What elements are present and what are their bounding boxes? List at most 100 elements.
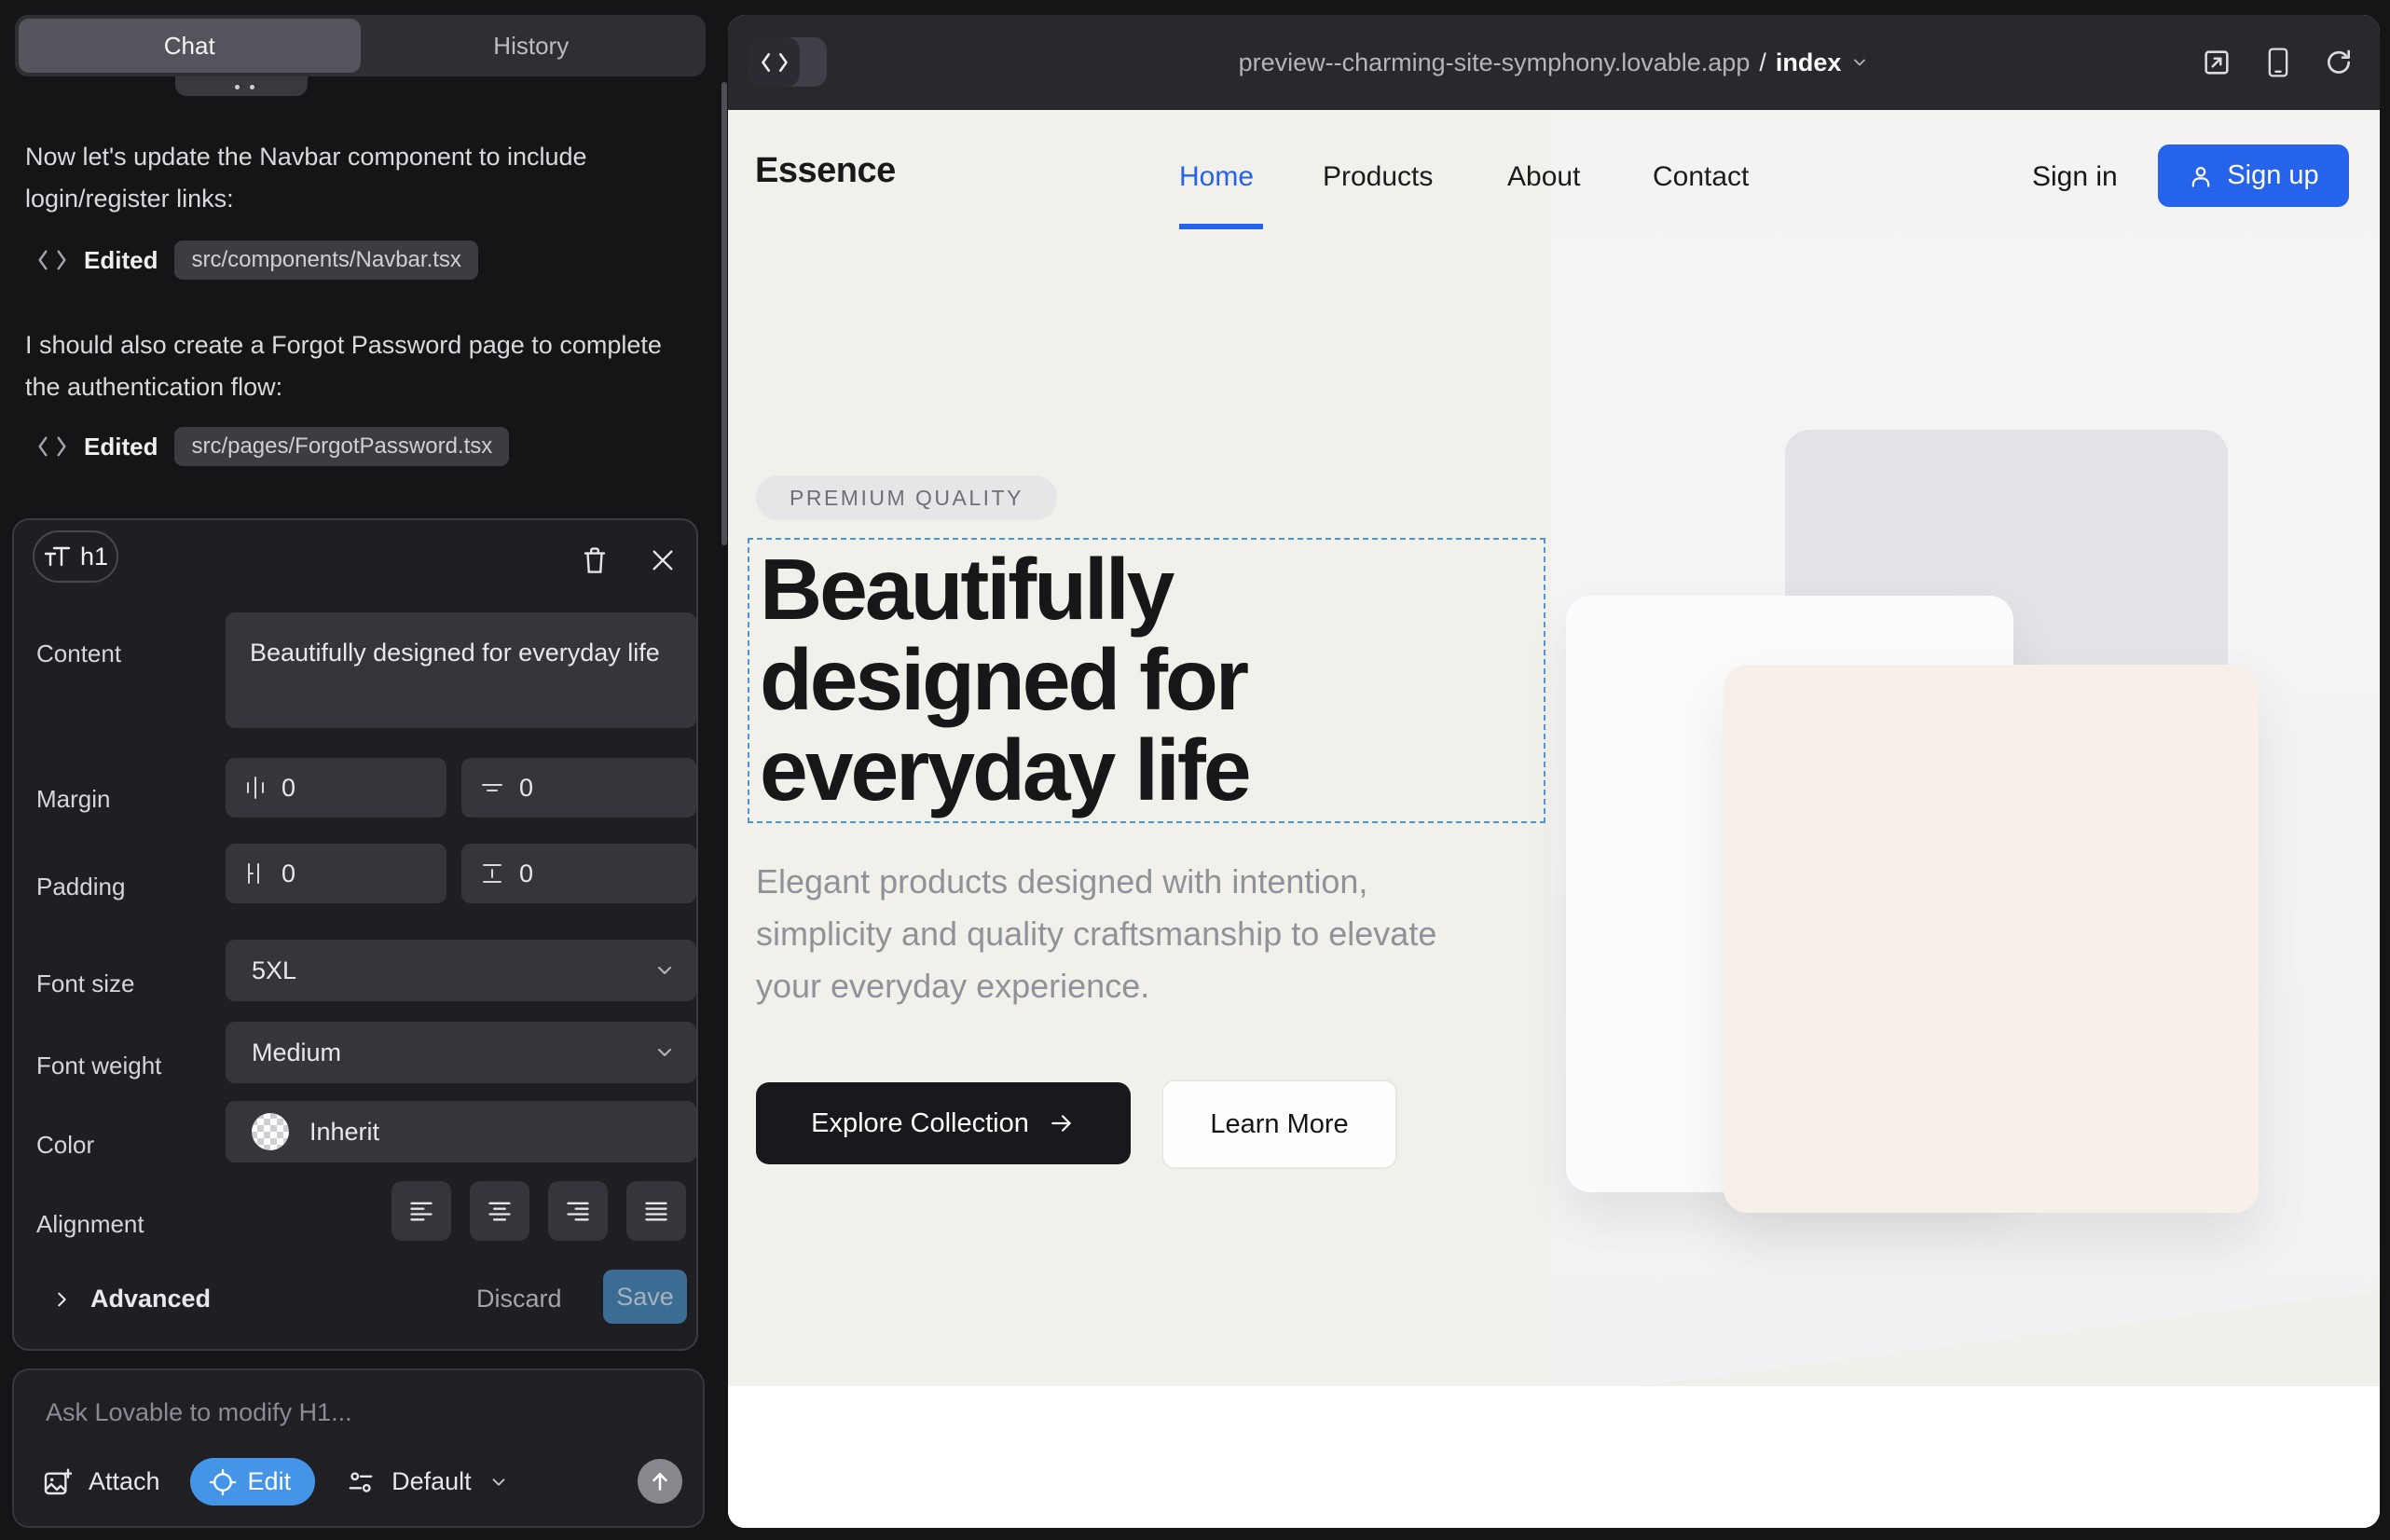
url-page: index <box>1776 48 1842 77</box>
nav-link-home[interactable]: Home <box>1179 161 1254 193</box>
chat-scrollbar[interactable] <box>721 82 727 545</box>
type-icon <box>43 544 71 569</box>
active-nav-underline <box>1179 224 1263 229</box>
font-weight-value: Medium <box>252 1038 341 1067</box>
chevron-down-icon <box>653 1041 676 1064</box>
edited-label: Edited <box>84 246 158 275</box>
site-navbar: Essence Home Products About Contact Sign… <box>728 110 2380 261</box>
chat-composer: Attach Edit Default <box>12 1368 705 1528</box>
code-icon <box>37 248 67 272</box>
edited-label: Edited <box>84 433 158 461</box>
element-editor-panel: h1 Content Beautifully designed for ever… <box>12 518 698 1351</box>
user-icon <box>2188 163 2214 189</box>
browser-chrome: preview--charming-site-symphony.lovable.… <box>728 15 2380 110</box>
nav-link-contact[interactable]: Contact <box>1653 161 1749 193</box>
preview-page: Essence Home Products About Contact Sign… <box>728 110 2380 1528</box>
explore-collection-label: Explore Collection <box>811 1108 1029 1139</box>
save-button[interactable]: Save <box>603 1270 687 1324</box>
nav-link-products[interactable]: Products <box>1323 161 1433 193</box>
advanced-toggle[interactable]: Advanced <box>51 1285 211 1313</box>
composer-input[interactable] <box>46 1398 661 1447</box>
assistant-message: Now let's update the Navbar component to… <box>25 136 668 220</box>
learn-more-button[interactable]: Learn More <box>1161 1079 1397 1169</box>
close-icon[interactable] <box>650 547 676 573</box>
hero-badge: PREMIUM QUALITY <box>756 475 1057 520</box>
padding-vertical-icon <box>480 861 504 886</box>
sign-up-label: Sign up <box>2227 160 2318 191</box>
send-button[interactable] <box>638 1459 682 1504</box>
margin-horizontal-icon <box>244 776 267 800</box>
chat-panel: Chat History Now let's update the Navbar… <box>0 0 727 1540</box>
edit-label: Edit <box>248 1467 292 1496</box>
margin-vertical-icon <box>480 777 504 799</box>
color-label: Color <box>36 1131 94 1160</box>
site-logo[interactable]: Essence <box>755 151 896 191</box>
chevron-down-icon <box>488 1472 509 1492</box>
nav-link-about[interactable]: About <box>1507 161 1580 193</box>
font-weight-select[interactable]: Medium <box>226 1022 696 1083</box>
sliders-icon <box>347 1468 375 1496</box>
tag-label: h1 <box>80 543 108 571</box>
chevron-down-icon <box>653 959 676 982</box>
hero-paragraph: Elegant products designed with intention… <box>756 856 1464 1012</box>
content-input[interactable]: Beautifully designed for everyday life <box>226 612 696 728</box>
align-justify-button[interactable] <box>626 1181 686 1241</box>
margin-label: Margin <box>36 785 110 814</box>
image-plus-icon <box>42 1467 72 1497</box>
file-badge[interactable]: src/components/Navbar.tsx <box>174 241 477 280</box>
transparent-color-swatch <box>252 1113 289 1150</box>
edit-mode-button[interactable]: Edit <box>190 1458 316 1506</box>
hero-heading[interactable]: Beautifully designed for everyday life <box>760 544 1496 816</box>
scrolled-badge-partial <box>175 76 308 96</box>
delete-element-button[interactable] <box>581 544 609 576</box>
padding-horizontal-icon <box>244 861 267 886</box>
font-size-select[interactable]: 5XL <box>226 940 696 1001</box>
url-separator: / <box>1759 48 1766 77</box>
target-icon <box>209 1468 237 1496</box>
open-in-new-tab-icon[interactable] <box>2201 47 2232 78</box>
next-section <box>728 1386 2380 1528</box>
attach-button[interactable]: Attach <box>89 1467 160 1496</box>
selected-tag-pill[interactable]: h1 <box>33 530 118 583</box>
advanced-label: Advanced <box>90 1285 211 1313</box>
url-bar[interactable]: preview--charming-site-symphony.lovable.… <box>728 15 2380 110</box>
padding-x-value: 0 <box>282 859 295 888</box>
tab-history[interactable]: History <box>361 19 703 73</box>
discard-button[interactable]: Discard <box>476 1285 562 1313</box>
mobile-view-icon[interactable] <box>2264 47 2292 78</box>
assistant-message: I should also create a Forgot Password p… <box>25 324 668 408</box>
chevron-right-icon <box>51 1289 72 1310</box>
color-value: Inherit <box>309 1118 379 1147</box>
chat-history-tabbar: Chat History <box>15 15 706 76</box>
sign-in-link[interactable]: Sign in <box>2032 161 2118 193</box>
arrow-right-icon <box>1048 1111 1076 1135</box>
refresh-icon[interactable] <box>2324 48 2354 77</box>
arrow-up-icon <box>648 1469 672 1493</box>
preview-browser: preview--charming-site-symphony.lovable.… <box>728 15 2380 1528</box>
font-size-value: 5XL <box>252 956 296 985</box>
margin-y-value: 0 <box>519 774 533 803</box>
padding-y-value: 0 <box>519 859 533 888</box>
file-badge[interactable]: src/pages/ForgotPassword.tsx <box>174 427 509 466</box>
chevron-down-icon <box>1850 53 1869 72</box>
edited-file-row: Edited src/pages/ForgotPassword.tsx <box>37 427 509 466</box>
tab-chat[interactable]: Chat <box>19 19 361 73</box>
align-center-button[interactable] <box>470 1181 529 1241</box>
margin-x-value: 0 <box>282 774 295 803</box>
mode-select[interactable]: Default <box>391 1467 472 1496</box>
padding-y-input[interactable]: 0 <box>461 844 696 903</box>
url-domain: preview--charming-site-symphony.lovable.… <box>1239 48 1751 77</box>
margin-x-input[interactable]: 0 <box>226 758 446 818</box>
color-select[interactable]: Inherit <box>226 1101 696 1162</box>
padding-label: Padding <box>36 873 125 901</box>
padding-x-input[interactable]: 0 <box>226 844 446 903</box>
margin-y-input[interactable]: 0 <box>461 758 696 818</box>
font-weight-label: Font weight <box>36 1052 161 1080</box>
content-label: Content <box>36 639 121 668</box>
dot <box>235 85 240 89</box>
sign-up-button[interactable]: Sign up <box>2158 144 2349 207</box>
explore-collection-button[interactable]: Explore Collection <box>756 1082 1131 1164</box>
align-right-button[interactable] <box>548 1181 608 1241</box>
font-size-label: Font size <box>36 969 135 998</box>
align-left-button[interactable] <box>391 1181 451 1241</box>
